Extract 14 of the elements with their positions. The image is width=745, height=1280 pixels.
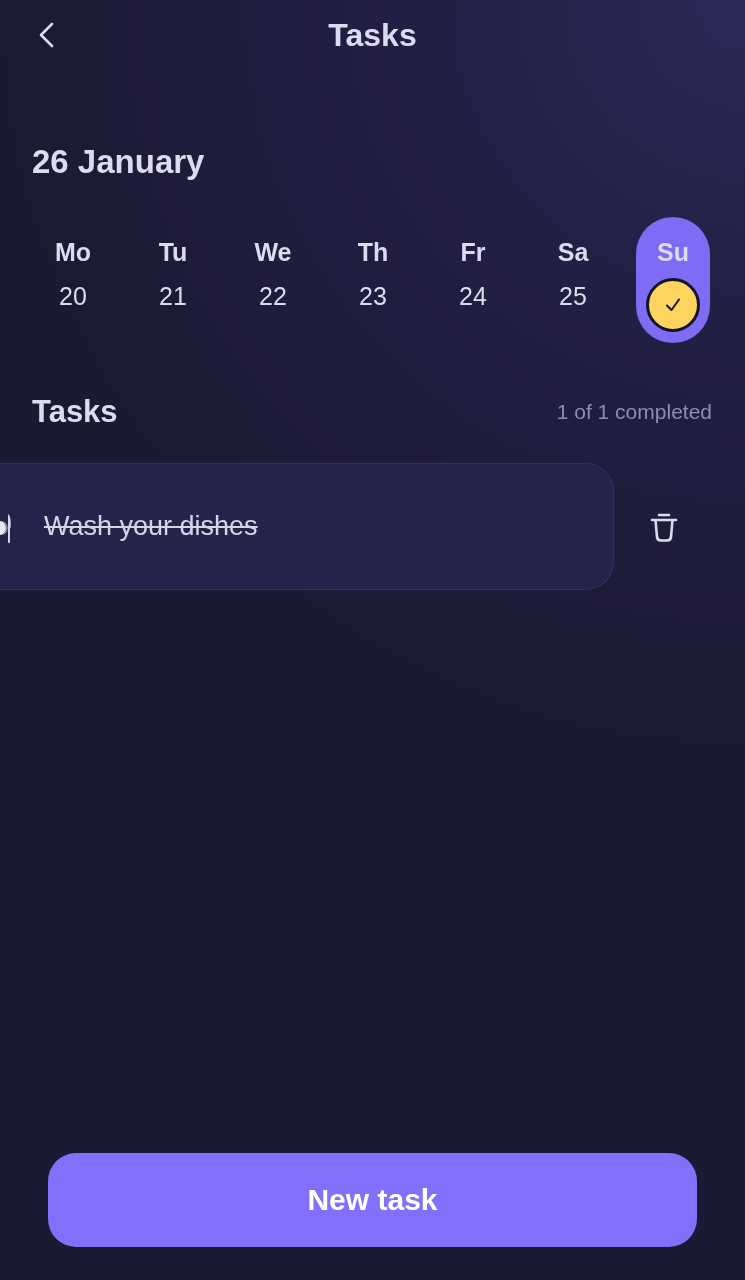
day-tab[interactable]: Mo 20: [36, 217, 110, 343]
day-tab[interactable]: We 22: [236, 217, 310, 343]
task-title: Wash your dishes: [44, 511, 258, 542]
day-tab[interactable]: Sa 25: [536, 217, 610, 343]
task-card[interactable]: Wash your dishes: [0, 463, 614, 590]
day-tab[interactable]: Fr 24: [436, 217, 510, 343]
date-heading: 26 January: [32, 142, 206, 182]
new-task-button[interactable]: New task: [48, 1153, 697, 1247]
section-title: Tasks: [32, 394, 118, 430]
delete-icon[interactable]: [650, 511, 678, 542]
day-tab[interactable]: Tu 21: [136, 217, 210, 343]
completion-summary: 1 of 1 completed: [556, 400, 712, 424]
screen-title: Tasks: [327, 16, 418, 55]
day-tab[interactable]: Th 23: [336, 217, 410, 343]
